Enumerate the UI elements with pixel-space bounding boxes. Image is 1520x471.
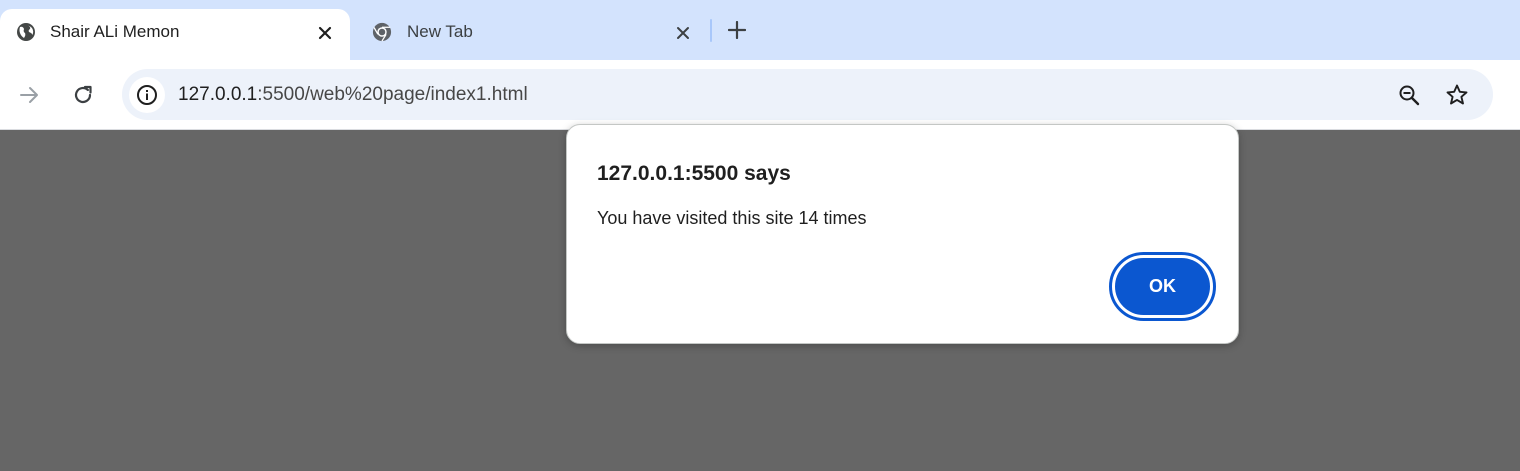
ok-button-focus-ring: OK [1109,252,1216,321]
url-path: :5500/web%20page/index1.html [257,84,528,105]
bookmark-star-icon[interactable] [1444,82,1470,108]
tab-separator [710,19,712,42]
new-tab-plus-icon[interactable] [724,17,750,43]
dialog-message: You have visited this site 14 times [597,208,867,228]
url-host: 127.0.0.1 [178,84,258,105]
site-info-icon[interactable] [129,77,165,113]
close-tab-icon[interactable] [672,22,694,44]
url-text[interactable]: 127.0.0.1:5500/web%20page/index1.html [178,69,528,120]
dialog-title: 127.0.0.1:5500 says [597,162,791,185]
alert-dialog: 127.0.0.1:5500 says You have visited thi… [566,124,1239,344]
zoom-out-icon[interactable] [1396,82,1422,108]
tab-shair-ali-memon[interactable]: Shair ALi Memon [0,9,350,60]
tab-new-tab[interactable]: New Tab [358,9,710,60]
tab-strip: Shair ALi Memon New Tab [0,0,1520,60]
reload-icon[interactable] [70,82,96,108]
ok-button[interactable]: OK [1115,258,1210,315]
close-tab-icon[interactable] [314,22,336,44]
browser-toolbar: 127.0.0.1:5500/web%20page/index1.html [0,60,1520,130]
address-bar[interactable]: 127.0.0.1:5500/web%20page/index1.html [122,69,1493,120]
chrome-icon [372,22,392,42]
forward-arrow-icon[interactable] [16,82,42,108]
tab-title: New Tab [407,22,473,41]
globe-icon [16,22,36,42]
tab-title: Shair ALi Memon [50,22,180,41]
